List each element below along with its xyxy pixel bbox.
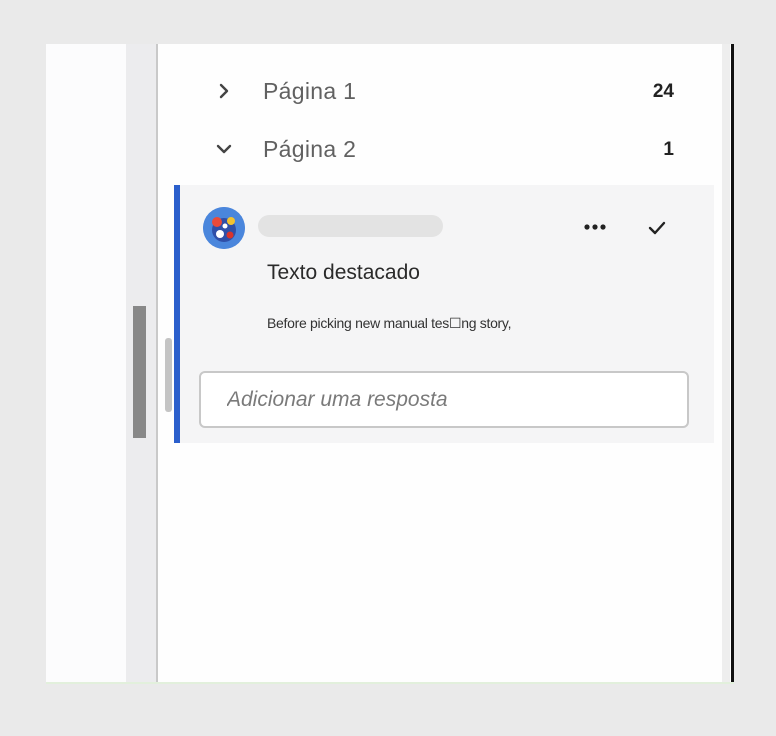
comments-scrollbar-thumb[interactable]: [165, 338, 172, 412]
resolve-checkmark-icon[interactable]: [646, 219, 668, 237]
page-group-1[interactable]: Página 1 24: [158, 71, 722, 111]
panel-right-border: [722, 44, 730, 684]
comments-window: Página 1 24 Página 2 1 Texto destacado B…: [46, 44, 734, 684]
highlighted-text-excerpt: Before picking new manual tes☐ng story,: [267, 315, 512, 331]
document-pane-edge: [46, 44, 126, 684]
page-group-label: Página 1: [263, 78, 357, 104]
chevron-right-icon[interactable]: [214, 81, 234, 101]
comment-card[interactable]: Texto destacado Before picking new manua…: [174, 185, 714, 443]
author-name-redacted: [258, 215, 443, 237]
window-bottom-edge: [46, 682, 734, 684]
avatar: [203, 207, 245, 249]
page-comment-count: 1: [663, 139, 674, 160]
chevron-down-icon[interactable]: [214, 139, 234, 159]
page-group-label: Página 2: [263, 136, 357, 162]
document-scrollbar-thumb[interactable]: [133, 306, 146, 438]
avatar-icon: [203, 207, 245, 249]
reply-field-container[interactable]: [199, 371, 689, 428]
more-options-icon[interactable]: [578, 217, 612, 237]
page-comment-count: 24: [652, 81, 674, 102]
comment-type-label: Texto destacado: [267, 261, 420, 284]
selected-comment-indicator: [174, 185, 180, 443]
reply-input[interactable]: [201, 373, 687, 426]
window-edge: [731, 44, 734, 684]
page-group-2[interactable]: Página 2 1: [158, 129, 722, 169]
